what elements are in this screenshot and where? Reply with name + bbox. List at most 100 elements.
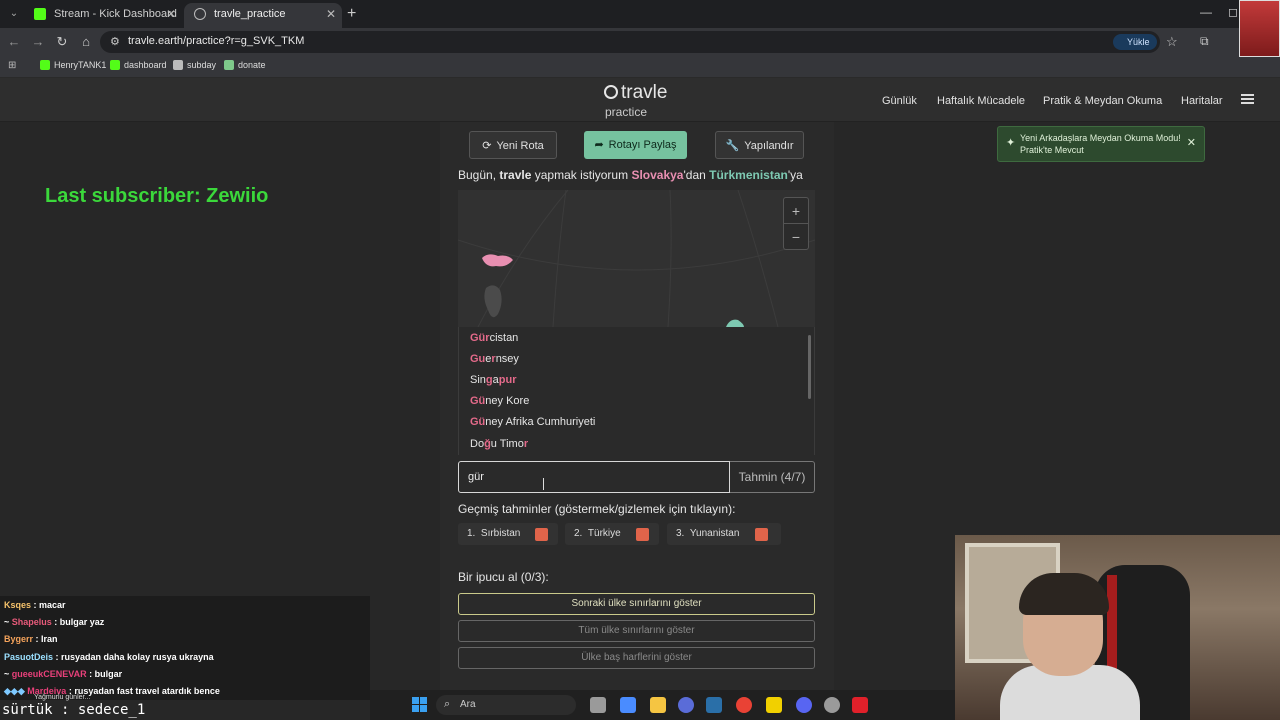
tab-kick-dashboard[interactable]: Stream - Kick Dashboard ✕ [24,3,182,28]
start-country: Slovakya [631,168,684,182]
wrench-icon: 🔧 [725,140,740,152]
share-route-button[interactable]: ➦ Rotayı Paylaş [584,131,687,159]
taskview-icon[interactable] [590,697,606,713]
chat-text: rusyadan fast travel atardık bence [74,686,220,696]
rest-text: Do [470,438,485,450]
chrome-icon[interactable] [736,697,752,713]
close-tab-icon[interactable]: ✕ [326,3,336,25]
nav-daily[interactable]: Günlük [882,95,917,107]
nav-practice-challenge[interactable]: Pratik & Meydan Okuma [1043,95,1162,107]
dropdown-scrollbar[interactable] [808,335,811,399]
tab-search-icon[interactable]: ⌄ [6,6,22,22]
suggestion-item[interactable]: Guernsey [470,353,519,365]
forward-icon[interactable]: → [30,34,46,50]
address-bar[interactable]: ⚙ travle.earth/practice?r=g_SVK_TKM [100,31,1160,53]
new-route-button[interactable]: ⟳ Yeni Rota [469,131,557,159]
sticky-notes-icon[interactable] [766,697,782,713]
prompt-text: yapmak istiyorum [531,168,632,182]
route-map[interactable] [458,190,815,327]
chat-reply-preview: Yağmurlu günler... [34,694,91,701]
bookmark-henrytank[interactable]: HenryTANK1 [40,60,106,70]
close-tab-icon[interactable]: ✕ [166,3,176,25]
zoom-in-icon[interactable]: + [784,198,808,224]
settings-icon[interactable] [824,697,840,713]
suggestions-dropdown: Gürcistan Guernsey Singapur Güney Kore G… [458,327,815,455]
bookmark-label: subday [187,60,217,70]
show-all-borders-button[interactable]: Tüm ülke sınırlarını göster [458,620,815,642]
close-icon[interactable]: ✕ [1187,136,1196,149]
windows-start-icon[interactable] [412,697,427,712]
logo-subtitle: practice [605,105,648,119]
guessed-country-shape [484,285,502,318]
vpn-icon[interactable] [678,697,694,713]
maximize-icon[interactable]: ◻ [1228,5,1238,19]
match-text: g [485,374,493,386]
kick-icon [110,60,120,70]
menu-icon[interactable] [1241,94,1254,104]
new-tab-icon[interactable]: + [347,5,356,23]
prompt-text: 'ya [787,168,803,182]
chat-text: bulgar [94,669,123,679]
load-button[interactable]: Yükle [1113,34,1157,50]
past-guesses-title[interactable]: Geçmiş tahminler (göstermek/gizlemek içi… [458,502,735,516]
stream-chat: Ksqes : macar ~ Shapelus : bulgar yaz By… [0,596,370,700]
rest-text: Sin [470,374,486,386]
bookmark-subday[interactable]: subday [173,60,216,70]
minimize-icon[interactable]: — [1200,5,1212,19]
people-icon: ✦ [1006,137,1016,149]
chat-message: ~ gueeukCENEVAR : bulgar [4,669,123,679]
last-subscriber-overlay: Last subscriber: Zewiio [45,185,269,207]
past-guess-chip[interactable]: 3. Yunanistan [667,523,781,545]
notification-toast: ✦ Yeni Arkadaşlara Meydan Okuma Modu! Pr… [997,126,1205,162]
past-guess-chip[interactable]: 2. Türkiye [565,523,659,545]
past-guess-chip[interactable]: 1. Sırbistan [458,523,558,545]
zoom-out-icon[interactable]: − [784,224,808,250]
suggestion-item[interactable]: Güney Afrika Cumhuriyeti [470,416,595,428]
site-logo[interactable]: travle [604,82,667,104]
suggestion-item[interactable]: Güney Kore [470,395,529,407]
logo-text: travle [621,82,668,103]
reload-icon[interactable]: ↻ [54,34,70,50]
suggestion-item[interactable]: Gürcistan [470,332,518,344]
app-icon[interactable] [852,697,868,713]
kick-icon [40,60,50,70]
show-next-border-button[interactable]: Sonraki ülke sınırlarını göster [458,593,815,615]
back-icon[interactable]: ← [6,34,22,50]
pip-video [1239,0,1280,57]
nav-weekly-challenge[interactable]: Haftalık Mücadele [937,95,1025,107]
taskbar-search[interactable]: ⌕ Ara [436,695,576,715]
search-placeholder: Ara [460,699,476,710]
guess-country: Türkiye [587,528,621,539]
bookmark-star-icon[interactable]: ☆ [1166,34,1178,50]
home-icon[interactable]: ⌂ [78,34,94,50]
compass-icon [604,85,618,99]
nav-maps[interactable]: Haritalar [1181,95,1223,107]
chat-text: rusyadan daha kolay rusya ukrayna [61,652,214,662]
chat-user: Bygerr [4,634,34,644]
suggestion-item[interactable]: Singapur [470,374,517,386]
file-explorer-icon[interactable] [650,697,666,713]
guess-number: 2. [574,528,583,539]
suggestion-item[interactable]: Doğu Timor [470,438,528,450]
guess-button[interactable]: Tahmin (4/7) [730,461,815,493]
chat-user: Ksqes [4,600,32,610]
discord-icon[interactable] [796,697,812,713]
guess-input[interactable]: gür [458,461,730,493]
map-gridline [552,190,567,327]
map-zoom-controls: + − [783,197,809,250]
configure-button[interactable]: 🔧 Yapılandır [715,131,804,159]
bookmark-dashboard[interactable]: dashboard [110,60,167,70]
show-initials-button[interactable]: Ülke baş harflerini göster [458,647,815,669]
bookmark-donate[interactable]: donate [224,60,266,70]
wrong-guess-marker [755,528,768,541]
tab-travle-practice[interactable]: travle_practice ✕ [184,3,342,28]
bookmark-label: donate [238,60,266,70]
calculator-icon[interactable] [620,697,636,713]
webcam-feed [955,535,1280,720]
steam-icon[interactable] [706,697,722,713]
chat-message: PasuotDeis : rusyadan daha kolay rusya u… [4,652,214,662]
globe-icon [194,8,206,20]
apps-grid-icon[interactable]: ⊞ [8,61,18,71]
site-info-icon[interactable]: ⚙ [110,35,120,48]
extensions-icon[interactable]: ⧉ [1200,34,1209,49]
